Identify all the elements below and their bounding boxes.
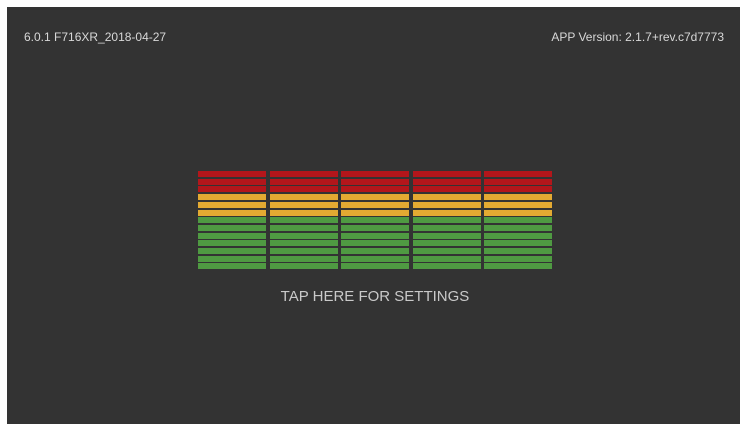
meter-segment — [198, 240, 266, 247]
meter-segment — [269, 194, 338, 201]
meter-segment — [269, 201, 338, 208]
meter-segment — [198, 248, 266, 254]
meter-column — [412, 171, 481, 272]
meter-segment — [484, 178, 552, 185]
firmware-version-label: 6.0.1 F716XR_2018-04-27 — [24, 30, 167, 44]
meter-segment — [412, 248, 481, 254]
meter-segment — [484, 248, 552, 254]
meter-segment — [269, 263, 338, 270]
meter-segment — [412, 186, 481, 193]
meter-segment — [484, 217, 552, 224]
meter-segment — [484, 186, 552, 193]
app-screen: 6.0.1 F716XR_2018-04-27 APP Version: 2.1… — [7, 7, 740, 424]
meter-segment — [341, 201, 409, 208]
meter-segment — [412, 201, 481, 208]
meter-segment — [484, 171, 552, 177]
meter-segment — [198, 186, 266, 193]
meter-segment — [412, 171, 481, 177]
meter-segment — [341, 194, 409, 201]
meter-segment — [198, 178, 266, 185]
meter-segment — [484, 232, 552, 239]
meter-segment — [484, 201, 552, 208]
meter-segment — [341, 224, 409, 231]
meter-segment — [341, 263, 409, 270]
meter-segment — [269, 209, 338, 216]
meter-segment — [341, 248, 409, 254]
app-version-label: APP Version: 2.1.7+rev.c7d7773 — [551, 30, 724, 44]
meter-segment — [269, 171, 338, 177]
meter-segment — [484, 255, 552, 262]
meter-segment — [198, 232, 266, 239]
meter-segment — [198, 217, 266, 224]
meter-segment — [198, 263, 266, 270]
meter-column — [198, 171, 266, 272]
meter-segment — [269, 178, 338, 185]
meter-segment — [198, 201, 266, 208]
meter-column — [269, 171, 338, 272]
meter-segment — [341, 209, 409, 216]
meter-segment — [269, 248, 338, 254]
meter-segment — [269, 217, 338, 224]
meter-segment — [269, 232, 338, 239]
meter-column — [484, 171, 552, 272]
meter-segment — [484, 263, 552, 270]
level-meter — [198, 171, 552, 272]
meter-segment — [484, 209, 552, 216]
meter-segment — [341, 240, 409, 247]
meter-segment — [412, 209, 481, 216]
meter-segment — [484, 224, 552, 231]
meter-segment — [412, 178, 481, 185]
meter-segment — [341, 255, 409, 262]
meter-segment — [412, 255, 481, 262]
meter-segment — [412, 240, 481, 247]
meter-segment — [269, 186, 338, 193]
meter-segment — [341, 171, 409, 177]
meter-segment — [484, 240, 552, 247]
meter-segment — [412, 224, 481, 231]
meter-segment — [269, 255, 338, 262]
meter-segment — [412, 217, 481, 224]
meter-segment — [198, 194, 266, 201]
meter-segment — [341, 217, 409, 224]
meter-segment — [341, 178, 409, 185]
meter-segment — [198, 224, 266, 231]
meter-segment — [341, 232, 409, 239]
meter-segment — [269, 224, 338, 231]
meter-segment — [341, 186, 409, 193]
meter-segment — [198, 209, 266, 216]
meter-segment — [412, 263, 481, 270]
meter-segment — [269, 240, 338, 247]
meter-segment — [198, 255, 266, 262]
meter-segment — [412, 194, 481, 201]
settings-link[interactable]: TAP HERE FOR SETTINGS — [198, 288, 552, 306]
meter-segment — [412, 232, 481, 239]
meter-segment — [198, 171, 266, 177]
meter-column — [341, 171, 409, 272]
meter-segment — [484, 194, 552, 201]
